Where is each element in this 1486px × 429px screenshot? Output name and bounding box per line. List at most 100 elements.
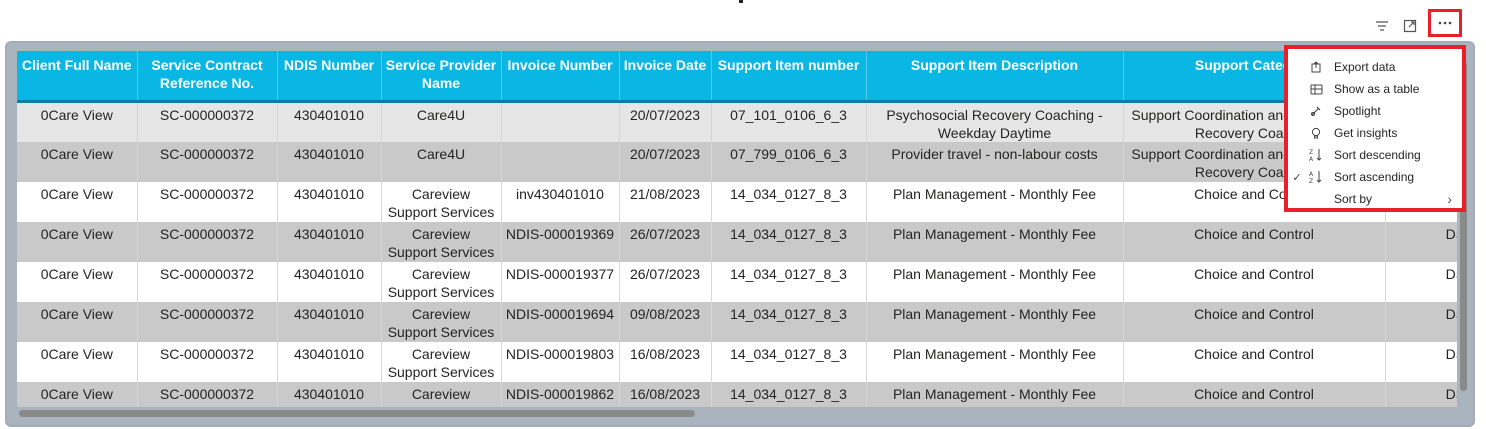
- spotlight-icon: [1304, 105, 1328, 117]
- table-cell: Plan Management - Monthly Fee: [866, 221, 1124, 262]
- table-visual: Client Full Name Service Contract Referen…: [5, 41, 1475, 427]
- column-header[interactable]: Service Provider Name: [381, 51, 502, 101]
- table-cell: NDIS-000019694: [501, 301, 620, 342]
- table-cell: NDIS-000019369: [501, 221, 620, 262]
- top-marker: [739, 0, 743, 3]
- table-cell: NDIS-000019803: [501, 341, 620, 382]
- table-cell: 14_034_0127_8_3: [711, 221, 867, 262]
- table-cell: Provider travel - non-labour costs: [866, 141, 1124, 182]
- menu-item-sort-descending[interactable]: ZA Sort descending: [1288, 144, 1462, 166]
- table-cell: Plan Management - Monthly Fee: [866, 261, 1124, 302]
- table-cell: DS-000021: [1385, 341, 1457, 382]
- table-cell: DS-000021: [1385, 301, 1457, 342]
- menu-item-label: Sort ascending: [1334, 170, 1415, 184]
- menu-item-export-data[interactable]: Export data: [1288, 56, 1462, 78]
- table-cell: 14_034_0127_8_3: [711, 341, 867, 382]
- table-cell: 14_034_0127_8_3: [711, 381, 867, 407]
- export-icon: [1304, 61, 1328, 73]
- svg-text:Z: Z: [1309, 178, 1313, 184]
- table-cell: Psychosocial Recovery Coaching - Weekday…: [866, 101, 1124, 142]
- svg-text:A: A: [1309, 171, 1314, 178]
- table-cell: DS-000020: [1385, 221, 1457, 262]
- table-cell: 14_034_0127_8_3: [711, 301, 867, 342]
- table-cell: Plan Management - Monthly Fee: [866, 381, 1124, 407]
- sort-descending-icon: ZA: [1304, 148, 1328, 162]
- table-cell: 16/08/2023: [619, 381, 712, 407]
- table-cell: 0Care View: [17, 261, 138, 302]
- table-cell: Plan Management - Monthly Fee: [866, 341, 1124, 382]
- table-row[interactable]: 0Care View SC-000000372 430401010 Care4U 20/…: [17, 141, 1457, 182]
- focus-mode-icon[interactable]: [1400, 16, 1420, 36]
- menu-item-spotlight[interactable]: Spotlight: [1288, 100, 1462, 122]
- menu-item-label: Sort descending: [1334, 148, 1421, 162]
- table-cell: Careview Support Services: [381, 381, 502, 407]
- lightbulb-icon: [1304, 127, 1328, 140]
- table-row[interactable]: 0Care View SC-000000372 430401010 Careview …: [17, 181, 1457, 222]
- filter-icon[interactable]: [1372, 16, 1392, 36]
- table-row[interactable]: 0Care View SC-000000372 430401010 Careview …: [17, 221, 1457, 262]
- table-cell: 07_799_0106_6_3: [711, 141, 867, 182]
- table-cell: 0Care View: [17, 301, 138, 342]
- column-header[interactable]: NDIS Number: [277, 51, 382, 101]
- menu-item-get-insights[interactable]: Get insights: [1288, 122, 1462, 144]
- table-row[interactable]: 0Care View SC-000000372 430401010 Care4U 20/…: [17, 101, 1457, 142]
- menu-item-label: Sort by: [1334, 192, 1373, 206]
- table-cell: SC-000000372: [137, 141, 278, 182]
- table-cell: [501, 101, 620, 142]
- table-cell: 26/07/2023: [619, 221, 712, 262]
- horizontal-scrollbar[interactable]: [19, 410, 695, 417]
- column-header[interactable]: Support Item number: [711, 51, 867, 101]
- column-header[interactable]: Client Full Name: [17, 51, 138, 101]
- table-row[interactable]: 0Care View SC-000000372 430401010 Careview …: [17, 381, 1457, 407]
- table-cell: NDIS-000019377: [501, 261, 620, 302]
- menu-item-sort-ascending[interactable]: ✓ AZ Sort ascending: [1288, 166, 1462, 188]
- more-options-menu: Export data Show as a table Spotlight Ge…: [1284, 45, 1466, 212]
- table-cell: 07_101_0106_6_3: [711, 101, 867, 142]
- table-cell: SC-000000372: [137, 381, 278, 407]
- table-cell: DS-000020: [1385, 261, 1457, 302]
- table-header-row: Client Full Name Service Contract Referen…: [17, 51, 1457, 101]
- table-container: Client Full Name Service Contract Referen…: [17, 51, 1457, 407]
- table-row[interactable]: 0Care View SC-000000372 430401010 Careview …: [17, 301, 1457, 342]
- table-row[interactable]: 0Care View SC-000000372 430401010 Careview …: [17, 341, 1457, 382]
- table-cell: Care4U: [381, 141, 502, 182]
- table-cell: SC-000000372: [137, 221, 278, 262]
- table-cell: 430401010: [277, 141, 382, 182]
- more-options-icon[interactable]: [1428, 9, 1462, 37]
- table-row[interactable]: 0Care View SC-000000372 430401010 Careview …: [17, 261, 1457, 302]
- table-cell: 20/07/2023: [619, 141, 712, 182]
- table-cell: 26/07/2023: [619, 261, 712, 302]
- table-cell: Careview Support Services: [381, 341, 502, 382]
- menu-item-sort-by[interactable]: Sort by ›: [1288, 188, 1462, 210]
- chevron-right-icon: ›: [1447, 191, 1452, 207]
- table-cell: Plan Management - Monthly Fee: [866, 301, 1124, 342]
- table-cell: Choice and Control: [1123, 341, 1386, 382]
- table-cell: SC-000000372: [137, 261, 278, 302]
- table-cell: Careview Support Services: [381, 261, 502, 302]
- column-header[interactable]: Support Item Description: [866, 51, 1124, 101]
- menu-item-label: Export data: [1334, 60, 1396, 74]
- table-cell: Choice and Control: [1123, 261, 1386, 302]
- table-cell: Choice and Control: [1123, 381, 1386, 407]
- table-cell: NDIS-000019862: [501, 381, 620, 407]
- svg-text:Z: Z: [1309, 149, 1313, 156]
- column-header[interactable]: Invoice Number: [501, 51, 620, 101]
- table-cell: 430401010: [277, 181, 382, 222]
- column-header[interactable]: Invoice Date: [619, 51, 712, 101]
- checkmark-icon: ✓: [1292, 171, 1302, 184]
- column-header[interactable]: Service Contract Reference No.: [137, 51, 278, 101]
- table-cell: Choice and Control: [1123, 221, 1386, 262]
- table-cell: 430401010: [277, 301, 382, 342]
- table-body: 0Care View SC-000000372 430401010 Care4U 20/…: [17, 101, 1457, 407]
- menu-item-show-as-table[interactable]: Show as a table: [1288, 78, 1462, 100]
- menu-item-label: Get insights: [1334, 126, 1398, 140]
- table-cell: 430401010: [277, 101, 382, 142]
- table-cell: 0Care View: [17, 381, 138, 407]
- table-cell: 430401010: [277, 261, 382, 302]
- table-cell: SC-000000372: [137, 341, 278, 382]
- data-table: Client Full Name Service Contract Referen…: [17, 51, 1457, 407]
- table-cell: 14_034_0127_8_3: [711, 261, 867, 302]
- table-cell: Plan Management - Monthly Fee: [866, 181, 1124, 222]
- table-cell: SC-000000372: [137, 181, 278, 222]
- table-cell: 0Care View: [17, 101, 138, 142]
